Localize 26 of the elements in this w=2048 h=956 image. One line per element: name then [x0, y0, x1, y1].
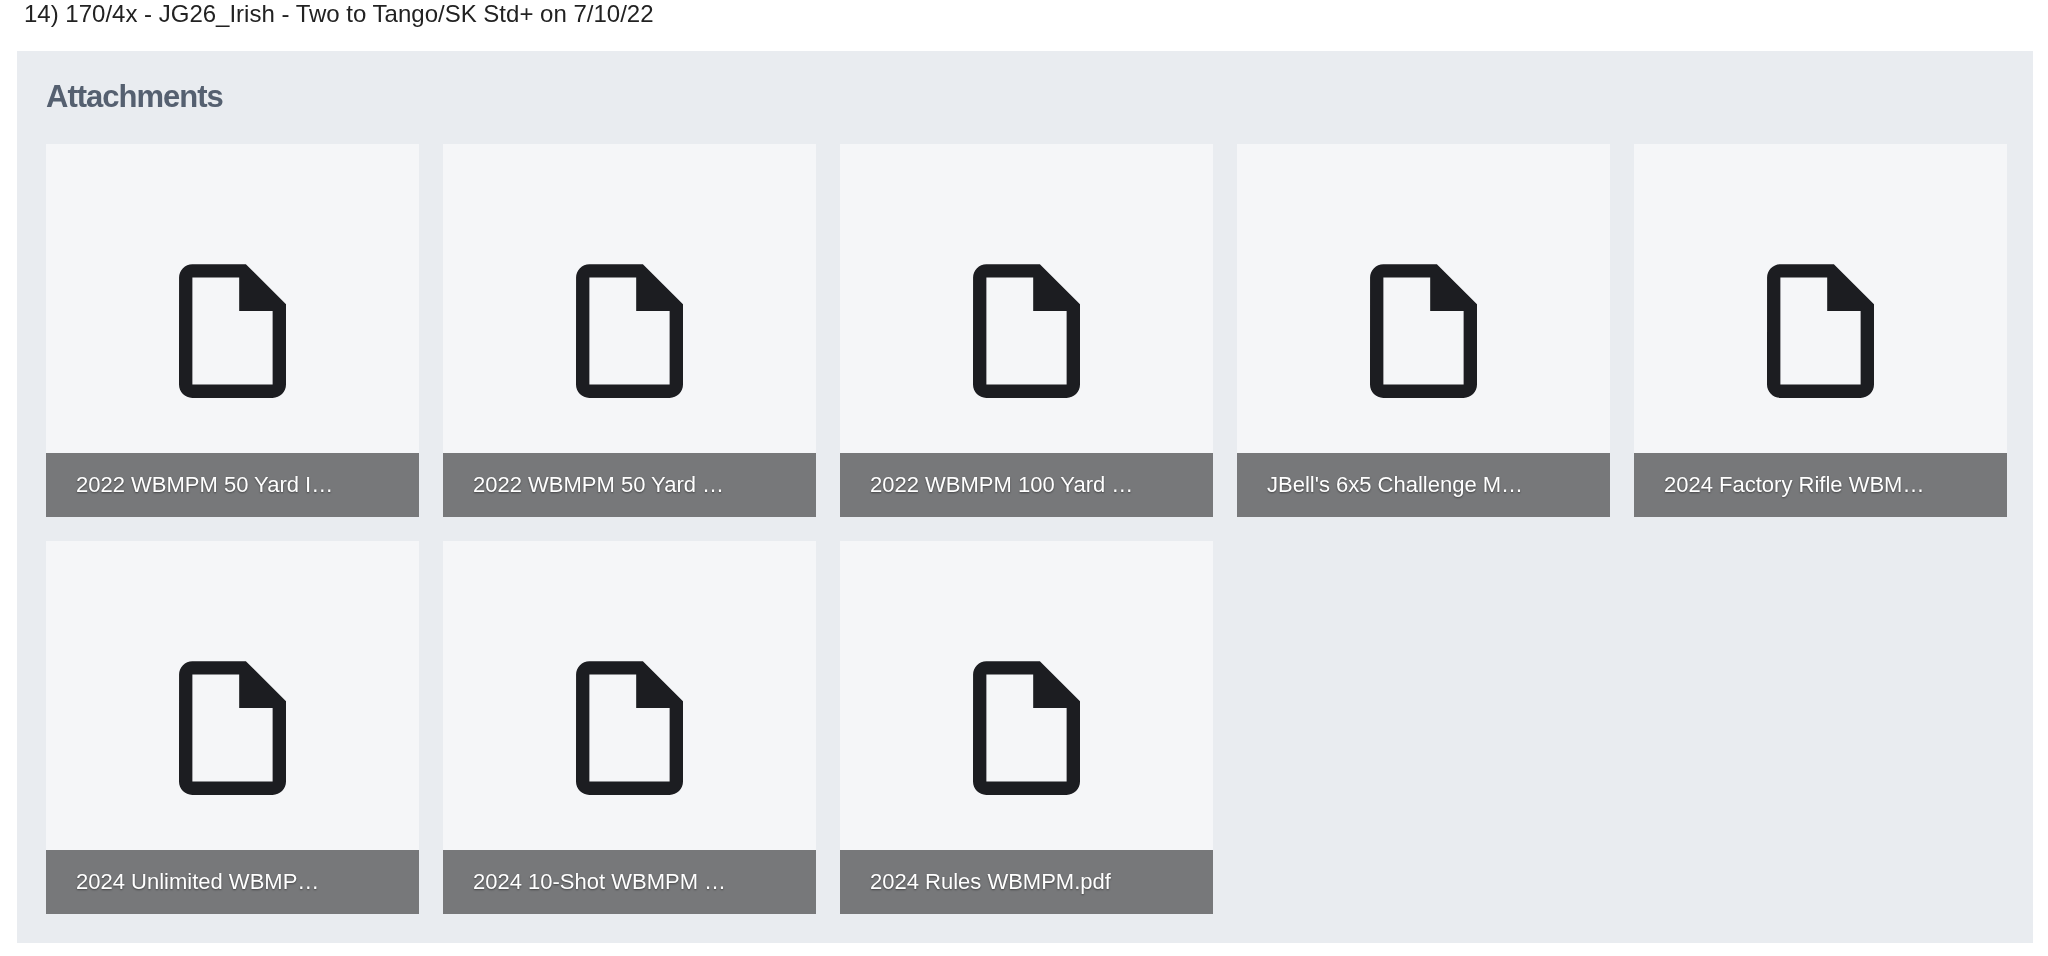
- file-icon: [1767, 263, 1874, 398]
- file-name-caption: 2024 Unlimited WBMP…: [46, 850, 419, 914]
- attachment-tile[interactable]: 2024 Unlimited WBMP…: [46, 541, 419, 914]
- attachments-heading: Attachments: [46, 78, 223, 116]
- file-name-caption: 2022 WBMPM 50 Yard I…: [46, 453, 419, 517]
- post-title-text: 14) 170/4x - JG26_Irish - Two to Tango/SK Std+ on 7/10/22: [23, 0, 655, 28]
- file-name-caption: 2024 Factory Rifle WBM…: [1634, 453, 2007, 517]
- file-icon: [576, 660, 683, 795]
- attachment-tile[interactable]: 2022 WBMPM 100 Yard …: [840, 144, 1213, 517]
- file-icon: [179, 660, 286, 795]
- file-icon: [973, 660, 1080, 795]
- attachment-tile[interactable]: 2022 WBMPM 50 Yard I…: [46, 144, 419, 517]
- file-name-caption: 2024 Rules WBMPM.pdf: [840, 850, 1213, 914]
- file-name-caption: 2022 WBMPM 50 Yard …: [443, 453, 816, 517]
- file-icon: [973, 263, 1080, 398]
- file-icon: [576, 263, 683, 398]
- attachment-tile[interactable]: 2024 Factory Rifle WBM…: [1634, 144, 2007, 517]
- attachment-tile[interactable]: 2024 Rules WBMPM.pdf: [840, 541, 1213, 914]
- attachment-tile[interactable]: JBell's 6x5 Challenge M…: [1237, 144, 1610, 517]
- file-name-caption: JBell's 6x5 Challenge M…: [1237, 453, 1610, 517]
- file-name-caption: 2022 WBMPM 100 Yard …: [840, 453, 1213, 517]
- file-name-caption: 2024 10-Shot WBMPM …: [443, 850, 816, 914]
- attachment-tile[interactable]: 2022 WBMPM 50 Yard …: [443, 144, 816, 517]
- file-icon: [1370, 263, 1477, 398]
- file-icon: [179, 263, 286, 398]
- attachment-tile[interactable]: 2024 10-Shot WBMPM …: [443, 541, 816, 914]
